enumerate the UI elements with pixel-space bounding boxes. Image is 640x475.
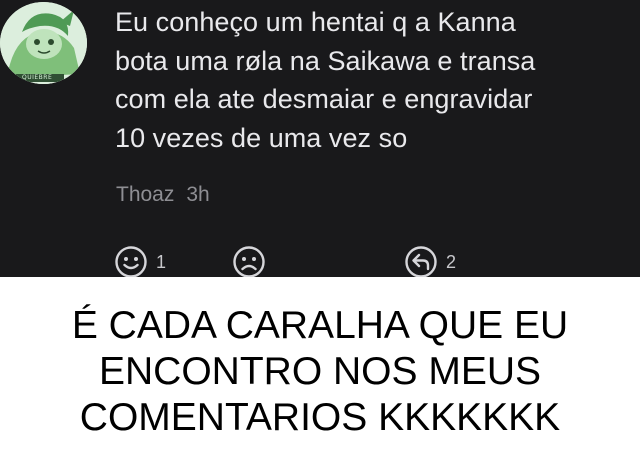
- meme-caption: É CADA CARALHA QUE EU ENCONTRO NOS MEUS …: [0, 303, 640, 441]
- reply-icon: [405, 246, 437, 277]
- caption-line: É CADA CARALHA QUE EU: [71, 304, 569, 347]
- author-name[interactable]: Thoaz: [116, 183, 174, 206]
- like-count: 1: [156, 251, 167, 272]
- reply-button[interactable]: 2: [404, 245, 456, 277]
- timestamp: 3h: [186, 183, 210, 206]
- avatar-badge: QUIEBRE: [22, 74, 53, 81]
- comment-line: com ela ate desmaiar e engravidar: [115, 84, 533, 115]
- comment-line: bota uma røla na Saikawa e transa: [115, 45, 536, 76]
- avatar[interactable]: QUIEBRE: [0, 2, 87, 84]
- dislike-button[interactable]: [232, 245, 266, 277]
- reply-count: 2: [446, 251, 457, 272]
- caption-line: ENCONTRO NOS MEUS: [98, 350, 542, 393]
- like-button[interactable]: 1: [114, 245, 166, 277]
- comment-body: Eu conheço um hentai q a Kanna bota uma …: [115, 3, 640, 157]
- comment-card: QUIEBRE Eu conheço um hentai q a Kanna b…: [0, 0, 640, 277]
- anime-avatar-icon: [0, 2, 87, 84]
- smiley-face-icon: [115, 246, 147, 277]
- comment-meta: Thoaz 3h: [116, 183, 210, 207]
- caption-line: COMENTARIOS KKKKKKK: [79, 396, 561, 439]
- comment-line: 10 vezes de uma vez so: [115, 122, 408, 153]
- comment-line: Eu conheço um hentai q a Kanna: [115, 7, 516, 37]
- sad-face-icon: [233, 246, 265, 277]
